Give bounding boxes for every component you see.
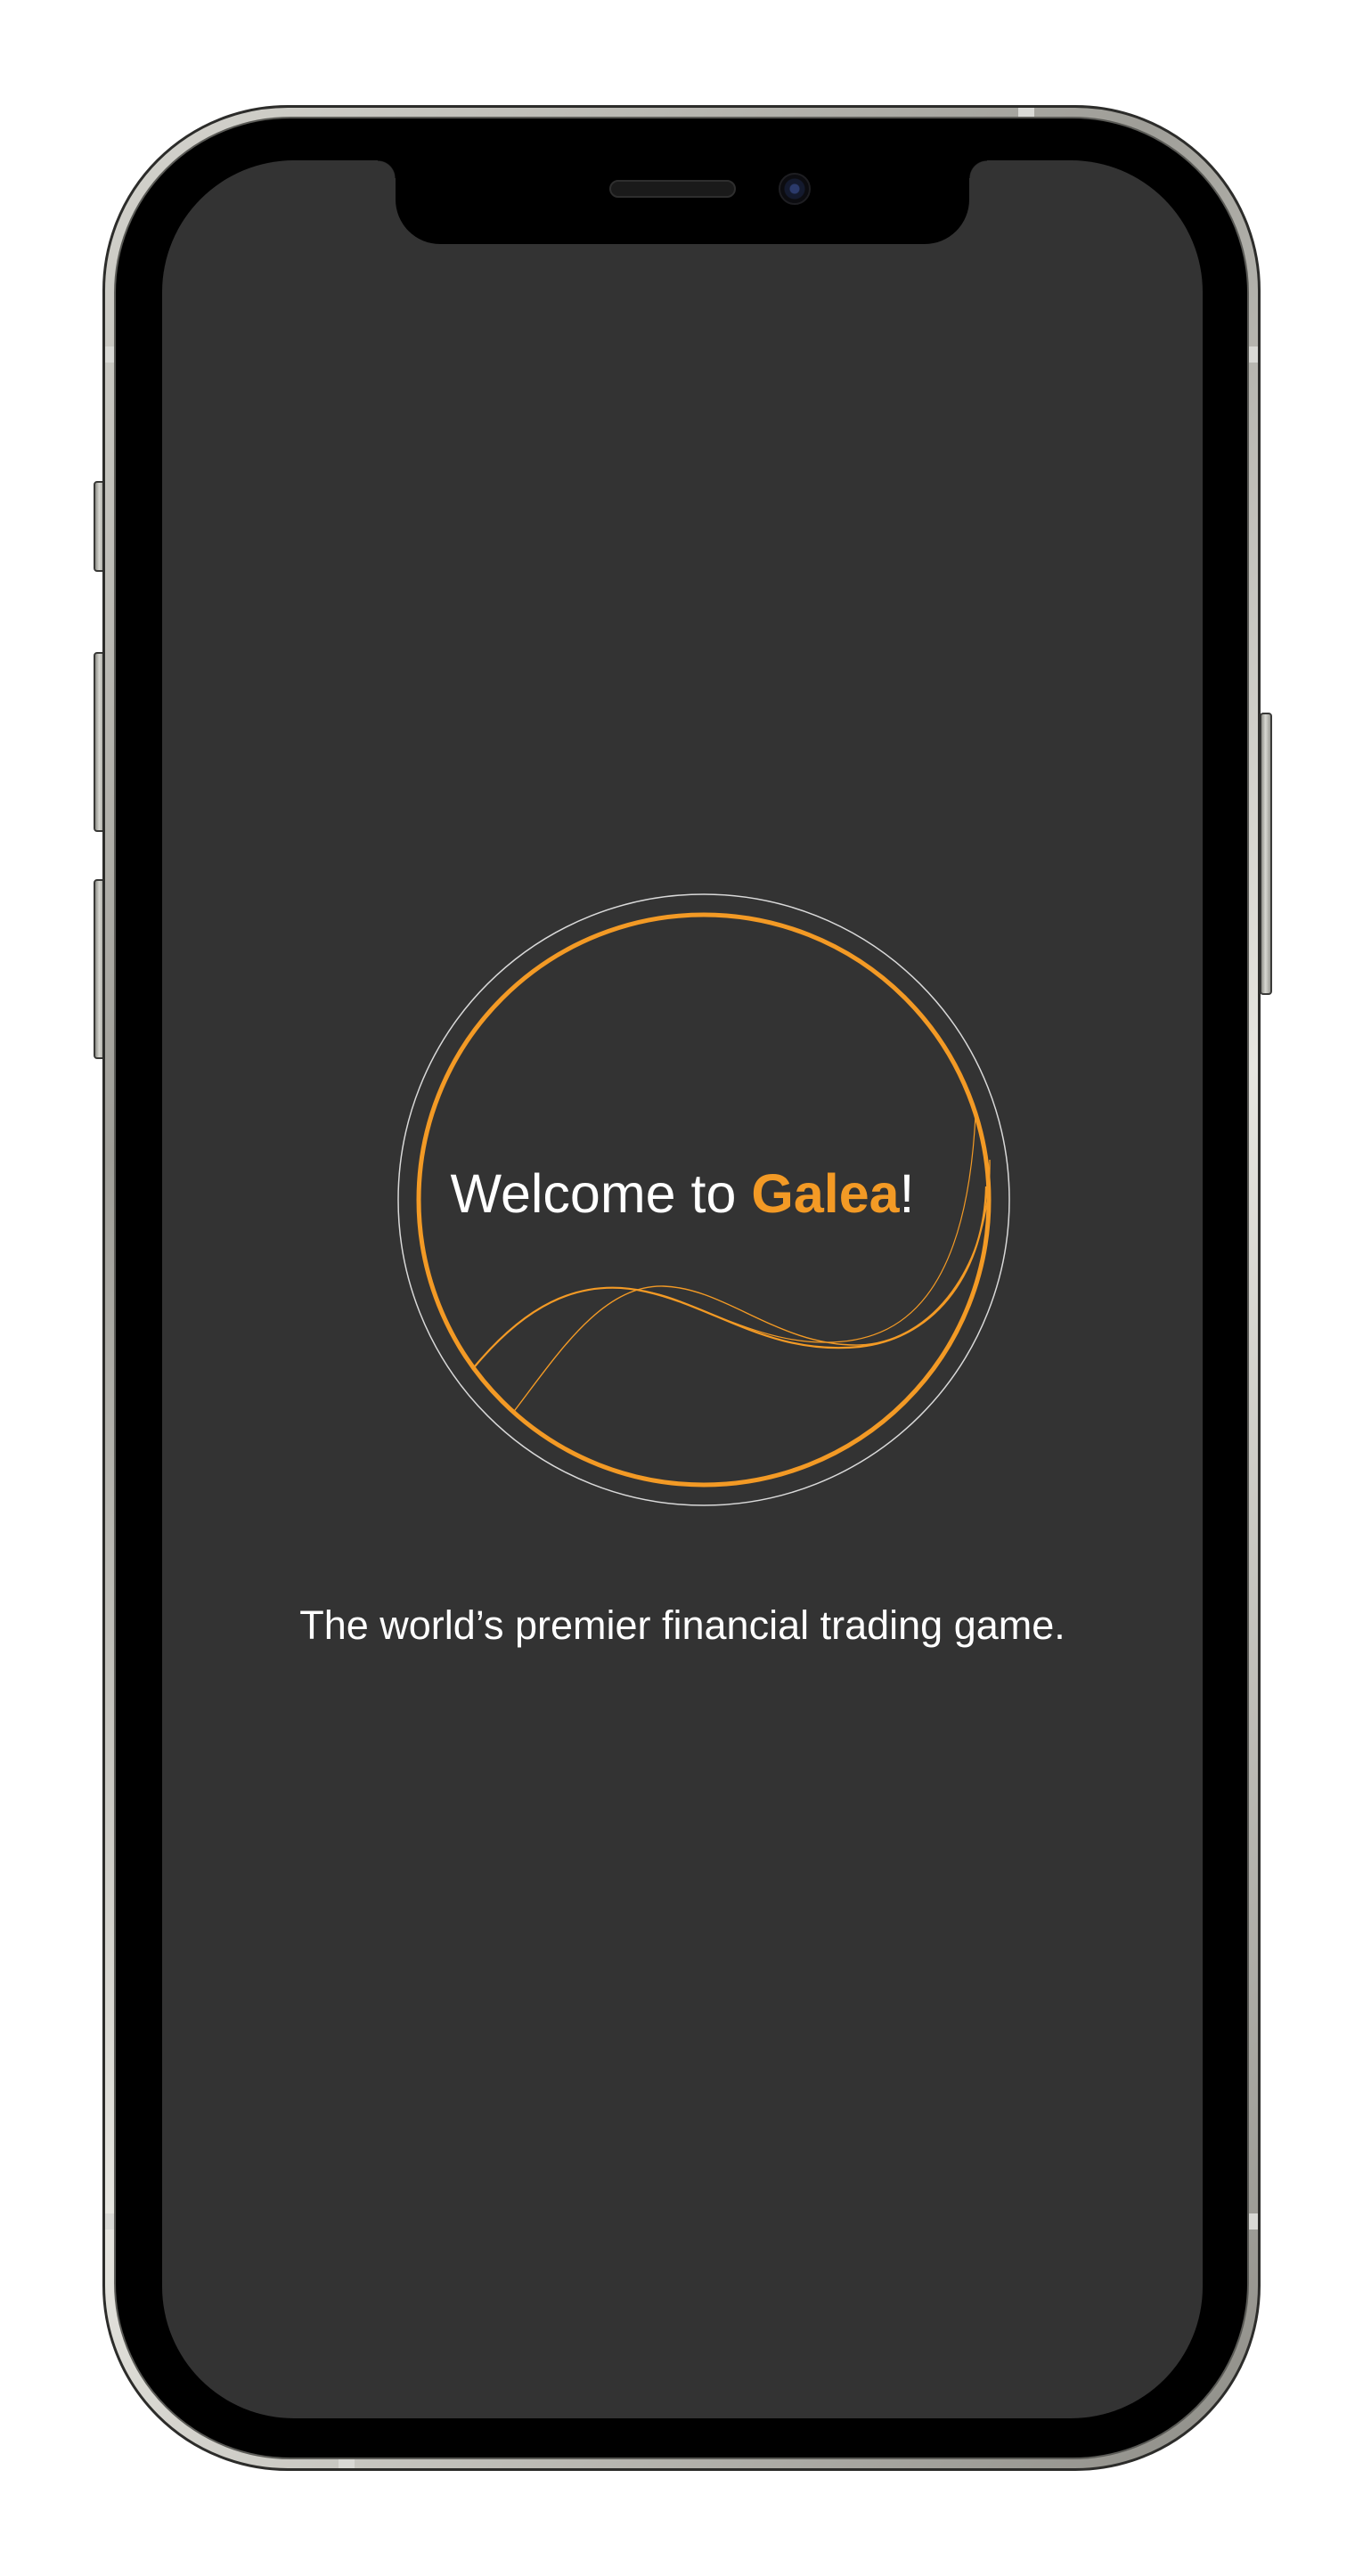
camera-icon bbox=[779, 173, 811, 205]
app-screen: Welcome to Galea! The world’s premier fi… bbox=[162, 160, 1203, 2418]
tagline: The world’s premier financial trading ga… bbox=[299, 1602, 1065, 1648]
antenna-band bbox=[105, 346, 114, 363]
antenna-band bbox=[1249, 346, 1258, 363]
antenna-band bbox=[1249, 2213, 1258, 2230]
antenna-band bbox=[105, 2213, 114, 2230]
power-button bbox=[1260, 713, 1272, 995]
brand-name: Galea bbox=[751, 1163, 900, 1224]
antenna-band bbox=[1018, 108, 1034, 117]
speaker-icon bbox=[609, 180, 736, 198]
welcome-prefix: Welcome to bbox=[450, 1163, 752, 1224]
device-mockup: Welcome to Galea! The world’s premier fi… bbox=[0, 0, 1363, 2576]
welcome-title: Welcome to Galea! bbox=[162, 1158, 1203, 1229]
welcome-suffix: ! bbox=[899, 1163, 915, 1224]
notch bbox=[378, 160, 987, 244]
antenna-band bbox=[339, 2459, 355, 2468]
